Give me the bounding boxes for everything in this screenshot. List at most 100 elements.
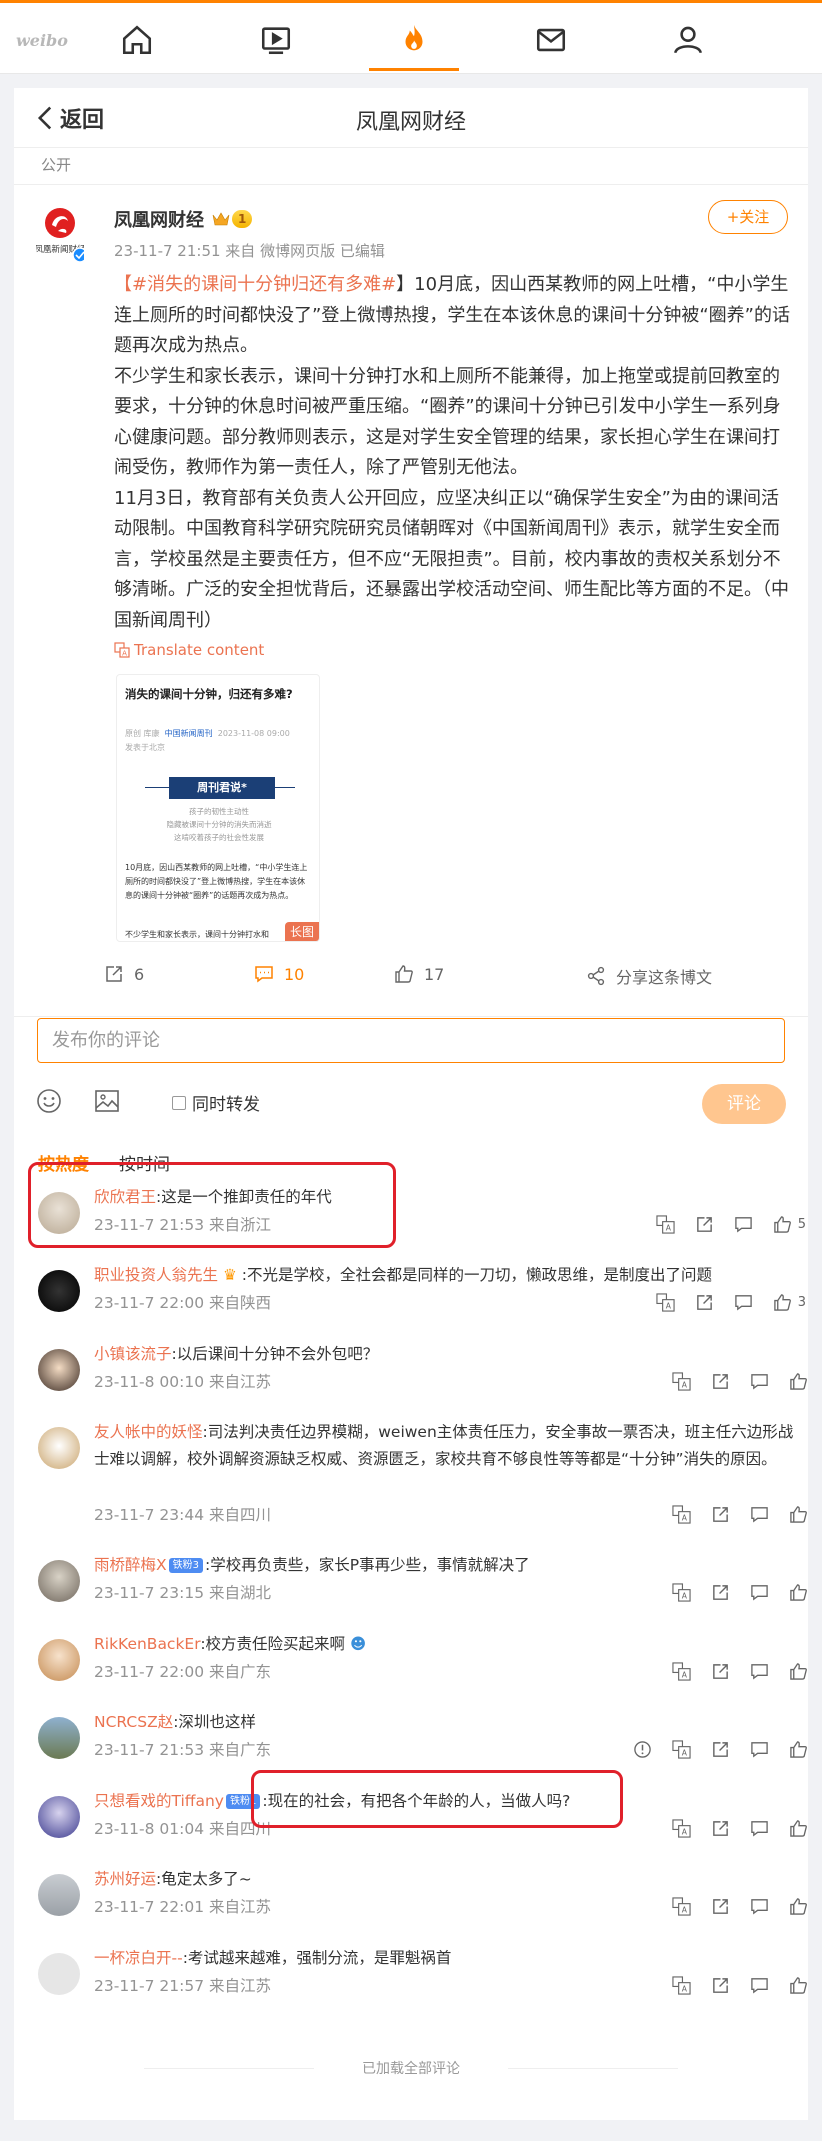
repost-icon[interactable] [711, 1505, 730, 1524]
translate-icon[interactable]: A [656, 1293, 675, 1312]
commenter-name[interactable]: 职业投资人翁先生 [94, 1266, 218, 1284]
thumbs-up-icon[interactable] [789, 1505, 808, 1524]
commenter-name[interactable]: NCRCSZ赵 [94, 1713, 173, 1731]
translate-button[interactable]: A Translate content [114, 641, 264, 659]
repost-icon[interactable] [711, 1976, 730, 1995]
fan-badge: 铁粉3 [168, 1558, 203, 1573]
like-count: 5 [797, 1217, 806, 1232]
avatar[interactable] [38, 1639, 80, 1681]
avatar[interactable] [38, 1874, 80, 1916]
reply-icon[interactable] [750, 1976, 769, 1995]
repost-button[interactable]: 6 [104, 964, 144, 984]
reply-icon[interactable] [750, 1372, 769, 1391]
translate-icon[interactable]: A [672, 1819, 691, 1838]
author-name[interactable]: 凤凰网财经 1 [114, 206, 253, 232]
submit-comment-button[interactable]: 评论 [702, 1084, 786, 1124]
all-comments-loaded: 已加载全部评论 [14, 2058, 808, 2078]
message-icon[interactable] [506, 9, 596, 71]
thumbs-up-icon[interactable] [789, 1819, 808, 1838]
reply-icon[interactable] [734, 1293, 753, 1312]
commenter-name[interactable]: 只想看戏的Tiffany [94, 1792, 224, 1810]
share-button[interactable]: 分享这条博文 [586, 964, 712, 988]
repost-icon[interactable] [711, 1662, 730, 1681]
avatar[interactable] [38, 1560, 80, 1602]
thumbs-up-icon[interactable] [773, 1215, 792, 1234]
weibo-logo[interactable]: weibo [16, 31, 68, 50]
translate-icon[interactable]: A [672, 1662, 691, 1681]
repost-icon[interactable] [711, 1372, 730, 1391]
translate-icon[interactable]: A [672, 1976, 691, 1995]
commenter-name[interactable]: 小镇该流子 [94, 1345, 172, 1363]
svg-text:A: A [682, 1592, 688, 1601]
translate-icon: A [114, 642, 130, 658]
thumbs-up-icon[interactable] [789, 1583, 808, 1602]
repost-icon[interactable] [711, 1583, 730, 1602]
avatar[interactable] [38, 1796, 80, 1838]
comment-time: 23-11-7 21:53 来自广东 [94, 1741, 272, 1759]
commenter-name[interactable]: 一杯凉白开-- [94, 1949, 183, 1967]
hashtag-link[interactable]: #消失的课间十分钟归还有多难# [132, 274, 396, 295]
thumbs-up-icon[interactable] [773, 1293, 792, 1312]
reply-icon[interactable] [750, 1662, 769, 1681]
emoji-icon[interactable] [36, 1088, 62, 1114]
thumbs-up-icon[interactable] [789, 1897, 808, 1916]
reply-icon[interactable] [750, 1740, 769, 1759]
avatar[interactable] [38, 1427, 80, 1469]
translate-icon[interactable]: A [672, 1372, 691, 1391]
translate-icon[interactable]: A [672, 1897, 691, 1916]
translate-icon[interactable]: A [672, 1505, 691, 1524]
comment-text: 友人帐中的妖怪:司法判决责任边界模糊，weiwen主体责任压力，安全事故一票否决… [94, 1419, 794, 1473]
home-icon[interactable] [92, 9, 182, 71]
repost-icon[interactable] [711, 1740, 730, 1759]
comment-actions: A [652, 1662, 808, 1681]
svg-text:A: A [682, 1906, 688, 1915]
thumbs-up-icon[interactable] [789, 1976, 808, 1995]
emoji-icon: ☻ [345, 1635, 367, 1653]
comment-input[interactable]: 发布你的评论 [37, 1018, 785, 1063]
commenter-name[interactable]: 苏州好运 [94, 1870, 156, 1888]
thumbs-up-icon[interactable] [789, 1740, 808, 1759]
profile-icon[interactable] [643, 9, 733, 71]
comment-actions: A [613, 1740, 808, 1759]
repost-icon[interactable] [695, 1215, 714, 1234]
forward-label: 同时转发 [192, 1095, 260, 1115]
translate-icon[interactable]: A [672, 1740, 691, 1759]
follow-button[interactable]: +关注 [708, 200, 788, 234]
comment-actions: A [652, 1897, 808, 1916]
comment-text: NCRCSZ赵:深圳也这样 [94, 1709, 794, 1736]
post-actions: 6 10 17 分享这条博文 [14, 964, 808, 1000]
thumbs-up-icon[interactable] [789, 1662, 808, 1681]
repost-icon[interactable] [695, 1293, 714, 1312]
reply-icon[interactable] [750, 1819, 769, 1838]
thumbs-up-icon[interactable] [789, 1372, 808, 1391]
hot-icon[interactable] [369, 9, 459, 71]
avatar[interactable] [38, 1953, 80, 1995]
commenter-name[interactable]: 友人帐中的妖怪 [94, 1423, 203, 1441]
like-button[interactable]: 17 [394, 964, 444, 984]
svg-text:A: A [665, 1302, 671, 1311]
divider [14, 184, 808, 185]
comment-content: :深圳也这样 [173, 1713, 256, 1731]
video-icon[interactable] [231, 9, 321, 71]
translate-icon[interactable]: A [672, 1583, 691, 1602]
reply-icon[interactable] [750, 1583, 769, 1602]
avatar[interactable] [38, 1270, 80, 1312]
long-image-preview[interactable]: 消失的课间十分钟，归还有多难? 原创 库康 中国新闻周刊 2023-11-08 … [116, 674, 320, 942]
avatar[interactable] [38, 1717, 80, 1759]
image-icon[interactable] [94, 1088, 120, 1114]
commenter-name[interactable]: RikKenBackEr [94, 1635, 200, 1653]
comment-count: 10 [284, 964, 305, 984]
comment-button[interactable]: 10 [254, 964, 304, 984]
forward-checkbox[interactable]: 同时转发 [172, 1090, 260, 1115]
report-icon[interactable] [633, 1740, 652, 1759]
translate-icon[interactable]: A [656, 1215, 675, 1234]
commenter-name[interactable]: 雨桥醉梅X [94, 1556, 167, 1574]
reply-icon[interactable] [734, 1215, 753, 1234]
repost-icon[interactable] [711, 1897, 730, 1916]
repost-icon[interactable] [711, 1819, 730, 1838]
repost-count: 6 [134, 964, 145, 984]
author-avatar[interactable]: 凤凰新闻财经 [34, 203, 88, 263]
reply-icon[interactable] [750, 1897, 769, 1916]
avatar[interactable] [38, 1349, 80, 1391]
reply-icon[interactable] [750, 1505, 769, 1524]
